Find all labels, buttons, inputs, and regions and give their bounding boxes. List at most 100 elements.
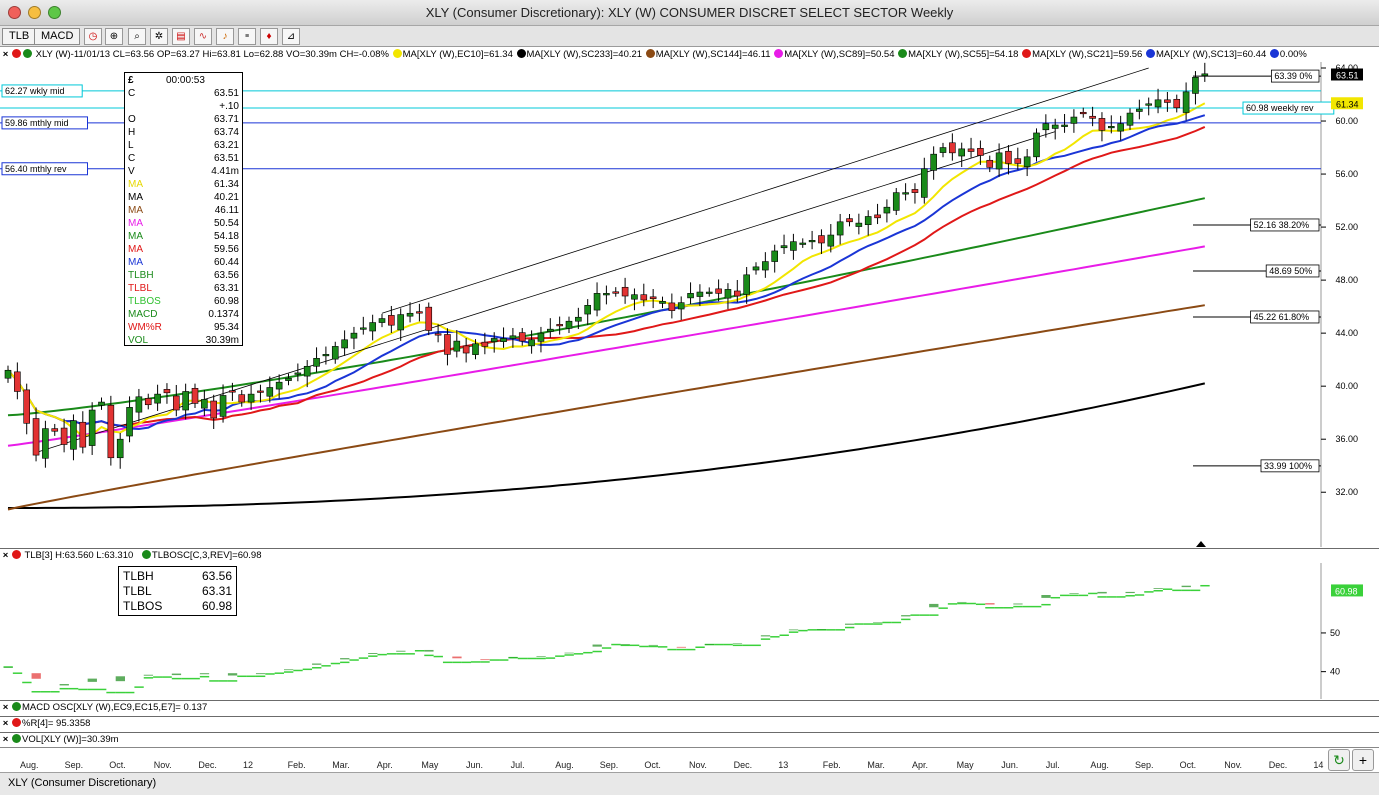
tlb-brick (340, 658, 350, 660)
candle-body (949, 142, 956, 154)
fib-tool-icon[interactable]: ≡ (238, 28, 256, 45)
tlb-brick (368, 653, 378, 654)
add-panel-icon[interactable]: + (1352, 749, 1374, 771)
candle-body (1201, 73, 1209, 76)
zoom-icon[interactable]: ⌕ (128, 28, 146, 45)
data-window: £ 00:00:53 C 63.51 +.10 O 63.71 H 63.74 L 63.21 C… (124, 72, 243, 346)
tlb-brick (59, 684, 69, 686)
chart-style-icon[interactable]: ▤ (172, 28, 190, 45)
data-window-value: 50.54 (213, 218, 239, 229)
tlb-box-row: TLBL 63.31 (123, 584, 232, 599)
time-tick-label: Oct. (1179, 760, 1197, 770)
candle-body (303, 365, 311, 377)
series-dot-icon (12, 550, 21, 559)
data-window-value: 63.71 (213, 114, 239, 125)
candle-body (874, 214, 881, 219)
candle-body (481, 341, 489, 347)
close-panel-icon[interactable]: × (0, 48, 11, 62)
candle-body (743, 274, 750, 295)
tab-tlb[interactable]: TLB (2, 28, 37, 45)
data-window-label: TLBOS (128, 296, 161, 307)
tlb-brick (816, 629, 827, 630)
candle-body (715, 288, 722, 294)
candle-body (649, 296, 657, 299)
candle-body (1182, 91, 1190, 113)
candle-body (191, 387, 199, 404)
refresh-icon[interactable]: ↻ (1328, 749, 1350, 771)
ma-dot-icon (898, 49, 908, 58)
time-tick-label: Sep. (599, 760, 619, 770)
candle-body (378, 318, 386, 323)
close-panel-icon[interactable]: × (0, 549, 11, 563)
data-window-header: £ 00:00:53 (128, 74, 239, 87)
tab-macd[interactable]: MACD (34, 28, 81, 45)
line-chart-icon[interactable]: ∿ (194, 28, 212, 45)
data-window-value: 63.51 (213, 153, 239, 164)
tlb-data-box: TLBH 63.56 TLBL 63.31 TLBOS 60.98 (118, 566, 237, 616)
data-window-label: C (128, 88, 136, 99)
candle-body (1108, 126, 1115, 129)
candle-body (958, 148, 966, 157)
tlb-brick (985, 603, 995, 605)
tlb-box-value: 63.31 (201, 584, 232, 598)
data-window-row: MACD 0.1374 (128, 308, 239, 321)
fib-tag-label: 52.16 38.20% (1254, 220, 1310, 230)
candle-body (210, 400, 217, 419)
tlb-brick (788, 629, 799, 631)
time-tick-label: Feb. (822, 760, 841, 770)
macd-panel-stub[interactable]: × MACD OSC[XLY (W),EC9,EC15,E7]= 0.137 (0, 700, 1379, 715)
data-window-row: O 63.71 (128, 113, 239, 126)
close-panel-icon[interactable]: × (0, 717, 11, 731)
time-tick-label: Feb. (287, 760, 306, 770)
window-titlebar: XLY (Consumer Discretionary): XLY (W) CO… (0, 0, 1379, 26)
price-legend: × XLY (W)-11/01/13 CL=63.56 OP=63.27 Hi=… (0, 48, 1379, 63)
data-window-row: H 63.74 (128, 126, 239, 139)
candle-body (331, 346, 339, 360)
candle-body (229, 390, 236, 393)
data-window-row: MA 54.18 (128, 230, 239, 243)
series-dot-icon (12, 49, 21, 58)
channel-tool-icon[interactable]: ⊿ (282, 28, 300, 45)
close-panel-icon[interactable]: × (0, 733, 11, 747)
crosshair-icon[interactable]: ⊕ (105, 28, 123, 45)
time-tick-label: Apr. (376, 760, 393, 770)
tlb-brick (396, 650, 406, 652)
candle-body (612, 291, 620, 294)
tlb-box-label: TLBH (123, 569, 154, 583)
close-panel-icon[interactable]: × (0, 701, 11, 715)
vol-panel-stub[interactable]: × VOL[XLY (W)]=30.39m (0, 732, 1379, 747)
data-window-label: H (128, 127, 136, 138)
time-tick-label: Mar. (867, 760, 885, 770)
fib-tag-label: 45.22 61.80% (1254, 312, 1310, 322)
candle-body (528, 339, 535, 347)
time-tick-label: Oct. (109, 760, 126, 770)
macd-readout: MACD OSC[XLY (W),EC9,EC15,E7]= 0.137 (22, 702, 208, 713)
candle-body (444, 334, 451, 355)
data-window-value: 63.56 (213, 270, 239, 281)
data-window-label: MA (128, 179, 143, 190)
candle-body (154, 393, 161, 404)
data-window-row: MA 61.34 (128, 178, 239, 191)
data-window-value: 63.31 (213, 283, 239, 294)
marker-icon[interactable]: ♦ (260, 28, 278, 45)
candle-body (1089, 115, 1096, 119)
candle-body (1070, 116, 1078, 124)
candle-body (986, 159, 994, 168)
candle-body (23, 389, 31, 424)
time-tick-label: 13 (778, 760, 789, 770)
data-window-label: MACD (128, 309, 158, 320)
wmr-panel-stub[interactable]: × %R[4]= 95.3358 (0, 716, 1379, 731)
tlb-brick (87, 678, 97, 682)
candle-body (677, 302, 685, 310)
settings-icon[interactable]: ✲ (150, 28, 168, 45)
tlb-box-label: TLBOS (123, 599, 163, 613)
toolbar: TLB MACD ◷ ⊕ ⌕ ✲ ▤ ∿ ♪ ≡ ♦ ⊿ (0, 26, 1379, 47)
data-window-row: MA 59.56 (128, 243, 239, 256)
candle-body (864, 216, 872, 225)
clock-icon[interactable]: ◷ (84, 28, 102, 45)
data-window-row: MA 50.54 (128, 217, 239, 230)
time-tick-label: 12 (243, 760, 254, 770)
alert-bell-icon[interactable]: ♪ (216, 28, 234, 45)
level-tag-label: 59.86 mthly mid (5, 118, 69, 128)
tlb-brick (1097, 591, 1107, 594)
